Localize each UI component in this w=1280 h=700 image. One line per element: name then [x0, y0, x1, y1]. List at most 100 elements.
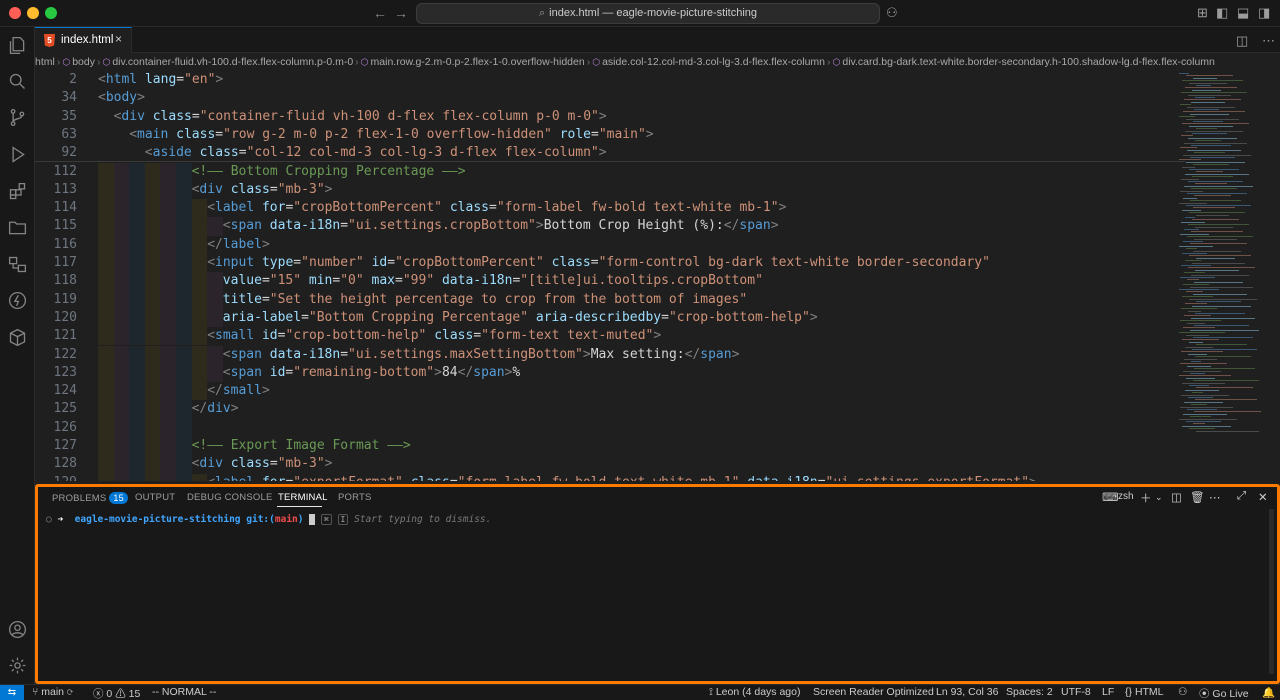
run-debug-icon[interactable]: [7, 144, 28, 165]
sticky-scroll-line[interactable]: 2 <html lang="en">: [35, 71, 1175, 90]
forward-arrow-icon[interactable]: →: [394, 5, 408, 21]
tab-problems[interactable]: PROBLEMS 15: [52, 492, 128, 504]
toggle-secondary-sidebar-icon[interactable]: ◨: [1258, 5, 1270, 21]
breadcrumb-item[interactable]: div.card.bg-dark.text-white.border-secon…: [842, 56, 1215, 68]
code-line[interactable]: 117 <input type="number" id="cropBottomPe…: [35, 254, 1175, 273]
code-line[interactable]: 112 <!—— Bottom Cropping Percentage ——>: [35, 162, 1175, 181]
git-blame[interactable]: ⟟ Leon (4 days ago): [709, 686, 800, 699]
encoding[interactable]: UTF-8: [1061, 686, 1091, 698]
code-token: </: [723, 218, 740, 234]
chevron-down-icon[interactable]: ⌄: [1155, 492, 1163, 503]
minimap-line: [1195, 226, 1233, 228]
code-line[interactable]: 115 <span data-i18n="ui.settings.cropBott…: [35, 217, 1175, 236]
screen-reader-status[interactable]: Screen Reader Optimized: [813, 686, 934, 698]
split-editor-icon[interactable]: ◫: [1236, 33, 1248, 49]
cursor-position[interactable]: Ln 93, Col 36: [936, 686, 998, 698]
problems-status[interactable]: ⓧ 0 ⚠ 15: [93, 686, 140, 700]
code-line[interactable]: 127 <!—— Export Image Format ——>: [35, 437, 1175, 456]
folder-icon[interactable]: [7, 217, 28, 238]
indent-guide: [98, 217, 114, 236]
code-line[interactable]: 128 <div class="mb-3">: [35, 455, 1175, 474]
breadcrumb-item[interactable]: aside.col-12.col-md-3.col-lg-3.d-flex.fl…: [602, 56, 825, 68]
minimize-window-button[interactable]: [27, 7, 39, 19]
sticky-scroll-line[interactable]: 35 <div class="container-fluid vh-100 d-f…: [35, 107, 1175, 126]
package-icon[interactable]: [7, 327, 28, 348]
remote-indicator-icon[interactable]: ⇆: [0, 685, 24, 700]
code-line[interactable]: 124 </small>: [35, 382, 1175, 401]
code-line[interactable]: 120 aria-label="Bottom Cropping Percentag…: [35, 308, 1175, 328]
split-terminal-icon[interactable]: ◫: [1171, 490, 1182, 504]
sticky-scroll-line[interactable]: 63 <main class="row g-2 m-0 p-2 flex-1-0 …: [35, 125, 1175, 145]
language-mode[interactable]: {} HTML: [1125, 686, 1164, 698]
tab-terminal[interactable]: TERMINAL: [278, 492, 328, 503]
code-line[interactable]: 116 </label>: [35, 235, 1175, 254]
breadcrumb-item[interactable]: div.container-fluid.vh-100.d-flex.flex-c…: [112, 56, 353, 68]
tab-ports[interactable]: PORTS: [338, 492, 372, 503]
more-icon[interactable]: ⋯: [1209, 490, 1221, 504]
maximize-panel-icon[interactable]: ⤢: [1237, 490, 1246, 503]
zoom-window-button[interactable]: [45, 7, 57, 19]
breadcrumb-item[interactable]: main.row.g-2.m-0.p-2.flex-1-0.overflow-h…: [371, 56, 585, 68]
terminal-content[interactable]: ○ ➜ eagle-movie-picture-stitching git:(m…: [46, 514, 491, 525]
more-actions-icon[interactable]: ⋯: [1262, 33, 1275, 49]
shell-name[interactable]: zsh: [1118, 491, 1134, 502]
customize-layout-icon[interactable]: ⊞: [1197, 5, 1208, 21]
minimap-line: [1182, 339, 1219, 341]
remote-explorer-icon[interactable]: [7, 254, 28, 275]
lightning-icon[interactable]: [7, 290, 28, 311]
tab-debug-console[interactable]: DEBUG CONSOLE: [187, 492, 272, 503]
command-center[interactable]: ⌕ index.html — eagle-movie-picture-stitch…: [416, 3, 880, 24]
terminal-icon[interactable]: ⌨: [1102, 490, 1119, 504]
code-editor[interactable]: 2 <html lang="en"> 34 <body> 35 <div class="c…: [35, 71, 1280, 481]
settings-gear-icon[interactable]: [7, 655, 28, 676]
breadcrumb-item[interactable]: html: [35, 56, 55, 68]
sticky-scroll-line[interactable]: 34 <body>: [35, 89, 1175, 108]
code-line[interactable]: 113 <div class="mb-3">: [35, 180, 1175, 200]
indent-guide: [160, 382, 176, 401]
branch-status[interactable]: ⑂ main ⟳: [32, 686, 73, 698]
close-panel-icon[interactable]: ✕: [1258, 490, 1268, 504]
indent-guide: [176, 345, 192, 364]
breadcrumb-item[interactable]: body: [72, 56, 95, 68]
code-line[interactable]: 123 <span id="remaining-bottom">84</span>…: [35, 363, 1175, 383]
search-icon[interactable]: [7, 71, 28, 92]
code-line[interactable]: 129<label for="exportFormat" class="form…: [35, 473, 1175, 481]
code-line[interactable]: 121 <small id="crop-bottom-help" class="f…: [35, 327, 1175, 346]
code-line[interactable]: 114 <label for="cropBottomPercent" class=…: [35, 199, 1175, 218]
new-terminal-icon[interactable]: ＋: [1140, 490, 1152, 506]
minimap-line: [1193, 77, 1217, 79]
toggle-panel-icon[interactable]: ⬓: [1237, 5, 1249, 21]
minimap[interactable]: [1175, 71, 1275, 481]
minimap-line: [1196, 85, 1211, 86]
indentation[interactable]: Spaces: 2: [1006, 686, 1053, 698]
extensions-icon[interactable]: [7, 181, 28, 202]
terminal-scrollbar[interactable]: [1269, 509, 1274, 674]
code-line[interactable]: 126: [35, 418, 1175, 437]
tab-output[interactable]: OUTPUT: [135, 492, 175, 503]
toggle-sidebar-icon[interactable]: ◧: [1216, 5, 1228, 21]
close-window-button[interactable]: [9, 7, 21, 19]
code-line[interactable]: 122 <span data-i18n="ui.settings.maxSetti…: [35, 345, 1175, 364]
code-token: >: [770, 218, 779, 234]
explorer-icon[interactable]: [7, 35, 28, 56]
back-arrow-icon[interactable]: ←: [373, 5, 387, 21]
account-icon[interactable]: [7, 619, 28, 640]
bell-icon[interactable]: 🔔: [1262, 686, 1275, 699]
indent-guide: [129, 162, 145, 181]
code-line[interactable]: 125 </div>: [35, 400, 1175, 419]
prompt-git-close: ): [297, 514, 304, 525]
code-token: input: [215, 255, 255, 270]
tab-close-icon[interactable]: ×: [115, 32, 122, 46]
tab-index-html[interactable]: 5 index.html ×: [35, 27, 132, 53]
sticky-scroll-line[interactable]: 92 <aside class="col-12 col-md-3 col-lg-3…: [35, 144, 1175, 163]
source-control-icon[interactable]: [7, 107, 28, 128]
code-line[interactable]: 119 title="Set the height percentage to c…: [35, 290, 1175, 309]
copilot-status-icon[interactable]: ⚇: [1178, 686, 1187, 698]
go-live[interactable]: ⦿ Go Live: [1199, 686, 1249, 700]
copilot-icon[interactable]: ⚇: [886, 5, 898, 21]
indent-guide: [113, 345, 130, 364]
trash-icon[interactable]: 🗑: [1190, 490, 1205, 504]
line-ending[interactable]: LF: [1102, 686, 1114, 698]
indent-guide: [144, 345, 161, 364]
code-line[interactable]: 118 value="15" min="0" max="99" data-i18n…: [35, 272, 1175, 291]
